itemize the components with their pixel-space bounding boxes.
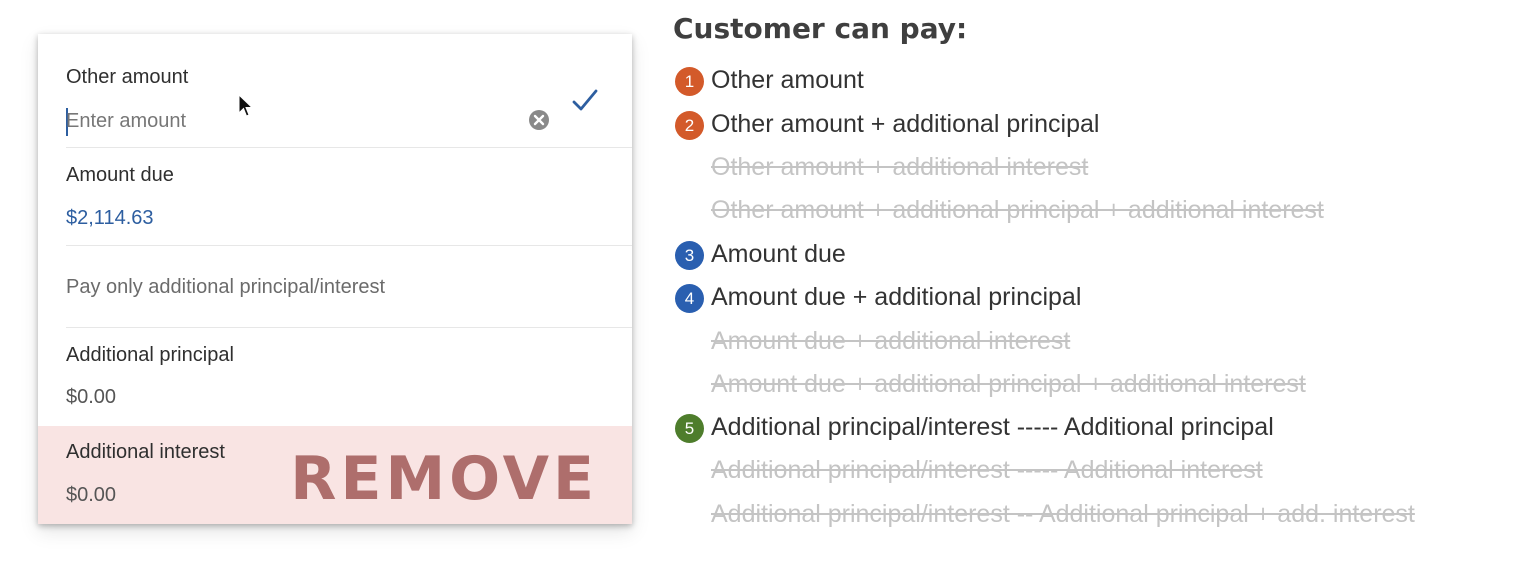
option-text: Amount due + additional interest — [711, 327, 1071, 355]
option-text: Additional principal/interest -- Additio… — [711, 500, 1415, 528]
number-badge: 2 — [675, 111, 704, 140]
number-badge: 3 — [675, 241, 704, 270]
cursor-icon — [238, 94, 254, 117]
option-text: Amount due — [711, 240, 846, 268]
additional-interest-section[interactable]: Additional interest $0.00 REMOVE — [38, 426, 632, 524]
number-badge: 1 — [675, 67, 704, 96]
amount-due-label: Amount due — [66, 164, 174, 186]
amount-input-wrapper[interactable] — [66, 104, 556, 138]
check-icon[interactable] — [570, 86, 600, 116]
clear-icon[interactable] — [528, 109, 550, 131]
amount-due-value: $2,114.63 — [66, 207, 154, 229]
payment-amount-card: Other amount Amount due $2,114.63 Pay on… — [38, 34, 632, 524]
option-text: Amount due + additional principal + addi… — [711, 370, 1306, 398]
option-text: Additional principal/interest ----- Addi… — [711, 413, 1274, 441]
additional-principal-label: Additional principal — [66, 344, 234, 366]
option-text: Other amount — [711, 66, 864, 94]
option-text: Amount due + additional principal — [711, 283, 1082, 311]
additional-interest-label: Additional interest — [66, 441, 225, 463]
option-text: Other amount + additional interest — [711, 153, 1089, 181]
amount-due-section[interactable]: Amount due $2,114.63 — [38, 148, 632, 244]
additional-principal-section[interactable]: Additional principal $0.00 — [38, 328, 632, 425]
pay-only-section[interactable]: Pay only additional principal/interest — [38, 246, 632, 327]
option-text: Additional principal/interest ----- Addi… — [711, 456, 1263, 484]
number-badge: 5 — [675, 414, 704, 443]
enter-amount-input[interactable] — [66, 104, 506, 138]
remove-label: REMOVE — [290, 444, 598, 514]
additional-principal-value: $0.00 — [66, 386, 117, 408]
other-amount-label: Other amount — [66, 66, 189, 88]
option-text: Other amount + additional principal + ad… — [711, 196, 1324, 224]
pay-only-label: Pay only additional principal/interest — [66, 276, 386, 298]
options-heading: Customer can pay: — [673, 12, 968, 45]
number-badge: 4 — [675, 284, 704, 313]
additional-interest-value: $0.00 — [66, 484, 117, 506]
other-amount-section[interactable]: Other amount — [38, 34, 632, 147]
option-text: Other amount + additional principal — [711, 110, 1100, 138]
